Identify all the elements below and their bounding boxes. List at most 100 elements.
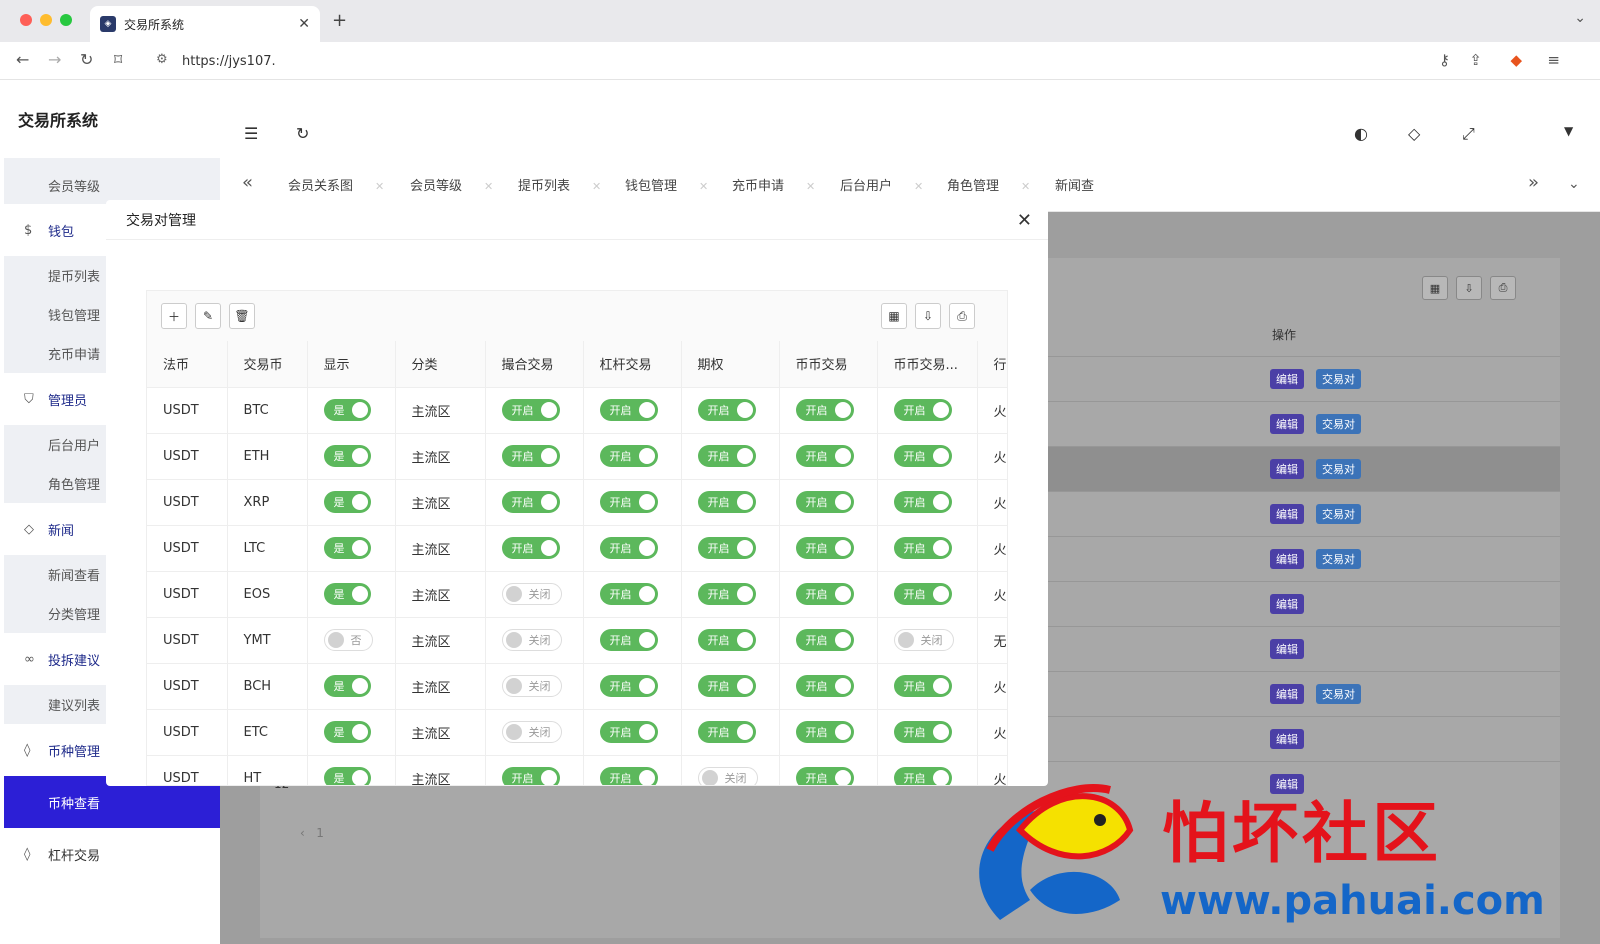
- background-pager[interactable]: ‹ 1: [300, 826, 324, 840]
- maximize-window-button[interactable]: [60, 14, 72, 26]
- toggle-switch[interactable]: 关闭: [501, 583, 562, 605]
- toggle-switch[interactable]: 开启: [599, 537, 658, 559]
- close-tab-icon[interactable]: ✕: [1021, 180, 1030, 193]
- back-icon[interactable]: ←: [16, 50, 29, 69]
- column-header[interactable]: 撮合交易: [485, 341, 584, 388]
- close-tab-icon[interactable]: ✕: [699, 180, 708, 193]
- page-tab[interactable]: 会员等级 ✕: [410, 175, 493, 194]
- toggle-switch[interactable]: 开启: [599, 399, 658, 421]
- edit-button[interactable]: 编辑: [1270, 459, 1304, 479]
- close-tab-icon[interactable]: ✕: [806, 180, 815, 193]
- toggle-switch[interactable]: 关闭: [893, 629, 954, 651]
- trade-pair-button[interactable]: 交易对: [1316, 549, 1361, 569]
- user-dropdown-icon[interactable]: ▼: [1564, 124, 1573, 138]
- trade-pair-button[interactable]: 交易对: [1316, 684, 1361, 704]
- background-print-icon[interactable]: ⎙: [1490, 276, 1516, 300]
- trade-pair-button[interactable]: 交易对: [1316, 459, 1361, 479]
- edit-button[interactable]: 编辑: [1270, 729, 1304, 749]
- theme-palette-icon[interactable]: ◐: [1354, 124, 1368, 143]
- toggle-switch[interactable]: 否: [323, 629, 373, 651]
- close-window-button[interactable]: [20, 14, 32, 26]
- toggle-switch[interactable]: 开启: [697, 675, 756, 697]
- toggle-switch[interactable]: 关闭: [501, 721, 562, 743]
- reload-icon[interactable]: ↻: [80, 50, 93, 69]
- toggle-switch[interactable]: 开启: [599, 445, 658, 467]
- browser-tab[interactable]: ◈ 交易所系统 ✕: [90, 6, 320, 42]
- toggle-switch[interactable]: 开启: [795, 583, 854, 605]
- url-field[interactable]: ⚙ https://jys107.: [146, 46, 1526, 76]
- toggle-switch[interactable]: 开启: [599, 491, 658, 513]
- page-tab[interactable]: 会员关系图 ✕: [288, 175, 384, 194]
- toggle-switch[interactable]: 开启: [501, 767, 560, 785]
- toggle-switch[interactable]: 开启: [893, 399, 952, 421]
- close-tab-icon[interactable]: ✕: [484, 180, 493, 193]
- toggle-switch[interactable]: 是: [323, 491, 371, 513]
- edit-button[interactable]: 编辑: [1270, 639, 1304, 659]
- columns-icon[interactable]: ▦: [881, 303, 907, 329]
- sidebar-item[interactable]: ◊ 杠杆交易: [4, 828, 220, 880]
- column-header[interactable]: 币币交易...: [877, 341, 978, 388]
- toggle-switch[interactable]: 开启: [795, 491, 854, 513]
- column-header[interactable]: 显示: [307, 341, 396, 388]
- brave-shield-icon[interactable]: ◆: [1510, 51, 1522, 69]
- toggle-switch[interactable]: 开启: [795, 445, 854, 467]
- edit-button[interactable]: 编辑: [1270, 414, 1304, 434]
- toggle-switch[interactable]: 开启: [893, 445, 952, 467]
- edit-button[interactable]: 编辑: [1270, 504, 1304, 524]
- column-header[interactable]: 期权: [681, 341, 780, 388]
- toggle-switch[interactable]: 开启: [599, 767, 658, 785]
- toggle-switch[interactable]: 开启: [697, 721, 756, 743]
- close-tab-icon[interactable]: ✕: [914, 180, 923, 193]
- toggle-switch[interactable]: 开启: [795, 629, 854, 651]
- edit-button[interactable]: 编辑: [1270, 369, 1304, 389]
- tab-list-chevron-icon[interactable]: ⌄: [1574, 10, 1586, 26]
- share-icon[interactable]: ⇪: [1469, 51, 1482, 69]
- browser-menu-icon[interactable]: ≡: [1547, 51, 1560, 69]
- toggle-switch[interactable]: 是: [323, 583, 371, 605]
- toggle-switch[interactable]: 是: [323, 399, 371, 421]
- forward-icon[interactable]: →: [48, 50, 61, 69]
- toggle-switch[interactable]: 开启: [795, 399, 854, 421]
- page-tab[interactable]: 充币申请 ✕: [732, 175, 815, 194]
- column-header[interactable]: 法币: [147, 341, 228, 388]
- toggle-switch[interactable]: 开启: [893, 767, 952, 785]
- edit-icon[interactable]: ✎: [195, 303, 221, 329]
- edit-button[interactable]: 编辑: [1270, 594, 1304, 614]
- toggle-switch[interactable]: 开启: [795, 721, 854, 743]
- minimize-window-button[interactable]: [40, 14, 52, 26]
- toggle-switch[interactable]: 开启: [599, 721, 658, 743]
- toggle-switch[interactable]: 开启: [893, 583, 952, 605]
- close-tab-icon[interactable]: ✕: [375, 180, 384, 193]
- add-icon[interactable]: ＋: [161, 303, 187, 329]
- page-tab[interactable]: 新闻查: [1055, 175, 1094, 194]
- background-export-icon[interactable]: ⇩: [1456, 276, 1482, 300]
- toggle-switch[interactable]: 是: [323, 767, 371, 785]
- modal-close-icon[interactable]: ✕: [1017, 210, 1032, 231]
- tag-icon[interactable]: ◇: [1408, 124, 1420, 143]
- toggle-switch[interactable]: 关闭: [501, 675, 562, 697]
- toggle-switch[interactable]: 是: [323, 675, 371, 697]
- refresh-icon[interactable]: ↻: [296, 124, 309, 143]
- toggle-switch[interactable]: 开启: [697, 537, 756, 559]
- toggle-switch[interactable]: 关闭: [697, 767, 758, 785]
- toggle-switch[interactable]: 开启: [697, 445, 756, 467]
- toggle-switch[interactable]: 开启: [893, 675, 952, 697]
- collapse-sidebar-icon[interactable]: ☰: [244, 124, 258, 143]
- trade-pair-button[interactable]: 交易对: [1316, 504, 1361, 524]
- page-tab[interactable]: 角色管理 ✕: [947, 175, 1030, 194]
- toggle-switch[interactable]: 开启: [795, 767, 854, 785]
- toggle-switch[interactable]: 开启: [893, 537, 952, 559]
- toggle-switch[interactable]: 开启: [697, 583, 756, 605]
- toggle-switch[interactable]: 开启: [501, 537, 560, 559]
- delete-icon[interactable]: 🗑: [229, 303, 255, 329]
- column-header[interactable]: 杠杆交易: [583, 341, 682, 388]
- toggle-switch[interactable]: 开启: [795, 537, 854, 559]
- toggle-switch[interactable]: 开启: [599, 583, 658, 605]
- new-tab-icon[interactable]: +: [332, 10, 347, 31]
- fullscreen-icon[interactable]: ⤢: [1462, 124, 1475, 144]
- toggle-switch[interactable]: 开启: [501, 445, 560, 467]
- toggle-switch[interactable]: 是: [323, 721, 371, 743]
- toggle-switch[interactable]: 开启: [599, 675, 658, 697]
- toggle-switch[interactable]: 开启: [893, 491, 952, 513]
- close-tab-icon[interactable]: ✕: [298, 16, 310, 32]
